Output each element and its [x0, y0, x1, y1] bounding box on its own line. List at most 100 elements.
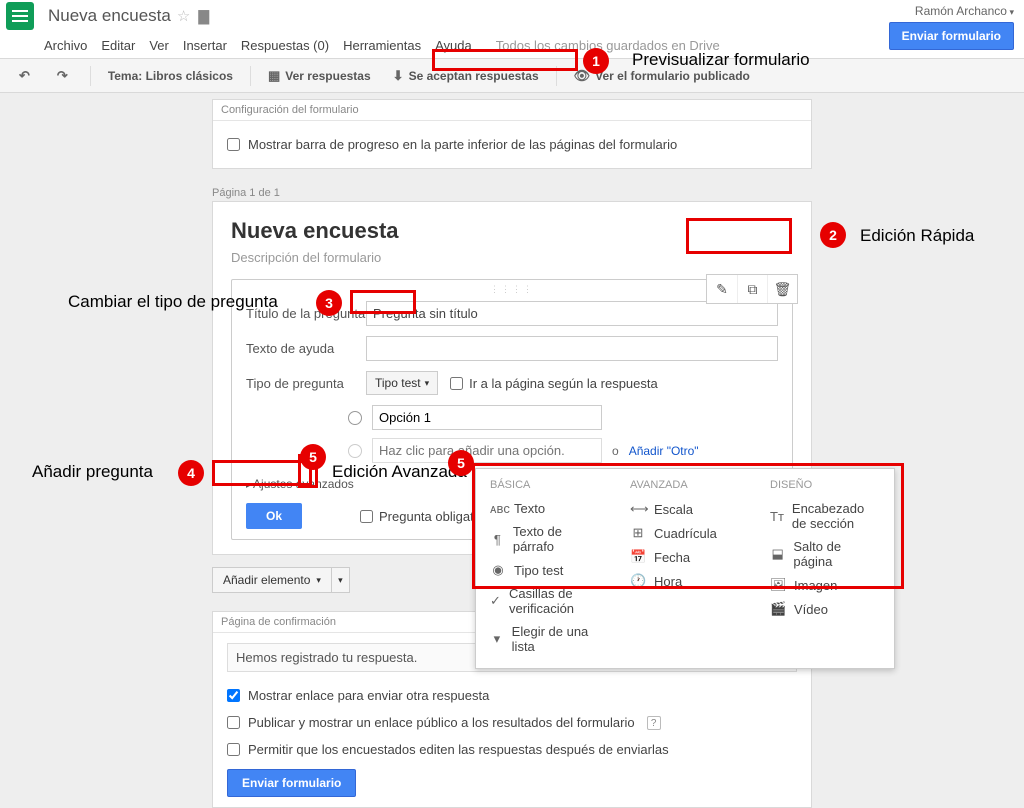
- question-type-label: Tipo de pregunta: [246, 376, 366, 391]
- radio-icon: ◉: [490, 562, 506, 578]
- annotation-badge-4: 4: [178, 460, 204, 486]
- menu-tools[interactable]: Herramientas: [343, 38, 421, 53]
- delete-icon[interactable]: 🗑: [767, 275, 797, 303]
- pagebreak-icon: ⬓: [770, 546, 785, 562]
- add-item-button[interactable]: Añadir elemento: [212, 567, 332, 593]
- allow-edit-checkbox[interactable]: [227, 743, 240, 756]
- send-form-button-top[interactable]: Enviar formulario: [889, 22, 1014, 50]
- undo-button[interactable]: ↶: [10, 63, 44, 89]
- annotation-text-4: Añadir pregunta: [32, 462, 153, 482]
- text-icon: ᴀʙᴄ: [490, 501, 506, 516]
- annotation-badge-2: 2: [820, 222, 846, 248]
- menu-edit[interactable]: Editar: [101, 38, 135, 53]
- redo-icon: ↷: [57, 68, 68, 84]
- help-text-label: Texto de ayuda: [246, 341, 366, 356]
- dd-item-list[interactable]: ▾Elegir de una lista: [490, 620, 600, 658]
- dd-item-text[interactable]: ᴀʙᴄTexto: [490, 497, 600, 520]
- dd-item-section[interactable]: TᴛEncabezado de sección: [770, 497, 880, 535]
- dd-item-multiple[interactable]: ◉Tipo test: [490, 558, 600, 582]
- star-icon[interactable]: ☆: [177, 7, 190, 25]
- page-indicator: Página 1 de 1: [212, 187, 1024, 199]
- option-row-1: [348, 405, 778, 430]
- show-link-option[interactable]: Mostrar enlace para enviar otra respuest…: [227, 682, 797, 709]
- panel-header: Configuración del formulario: [213, 100, 811, 121]
- dd-item-image[interactable]: 🖼Imagen: [770, 573, 880, 597]
- dd-item-scale[interactable]: ⟷Escala: [630, 497, 740, 521]
- menubar: Archivo Editar Ver Insertar Respuestas (…: [0, 32, 1024, 58]
- doc-title[interactable]: Nueva encuesta: [48, 6, 171, 26]
- annotation-badge-3: 3: [316, 290, 342, 316]
- question-title-input[interactable]: [366, 301, 778, 326]
- question-type-select[interactable]: Tipo test: [366, 371, 438, 395]
- menu-responses[interactable]: Respuestas (0): [241, 38, 329, 53]
- dd-section-design: DISEÑO: [770, 479, 880, 491]
- header-icon: Tᴛ: [770, 509, 784, 524]
- calendar-icon: 📅: [630, 549, 646, 565]
- goto-checkbox[interactable]: [450, 377, 463, 390]
- annotation-badge-1: 1: [583, 48, 609, 74]
- progress-bar-option[interactable]: Mostrar barra de progreso en la parte in…: [227, 131, 797, 158]
- accepting-responses-button[interactable]: ⬇Se aceptan respuestas: [384, 63, 548, 89]
- annotation-badge-5a: 5: [300, 444, 326, 470]
- annotation-badge-5b: 5: [448, 450, 474, 476]
- view-responses-button[interactable]: ▦Ver respuestas: [259, 63, 380, 89]
- edit-icon[interactable]: ✎: [707, 275, 737, 303]
- annotation-text-3: Cambiar el tipo de pregunta: [68, 292, 278, 312]
- scale-icon: ⟷: [630, 501, 646, 517]
- folder-icon[interactable]: ▇: [198, 8, 209, 25]
- menu-insert[interactable]: Insertar: [183, 38, 227, 53]
- allow-edit-option[interactable]: Permitir que los encuestados editen las …: [227, 736, 797, 763]
- toolbar: ↶ ↷ Tema: Libros clásicos ▦Ver respuesta…: [0, 59, 1024, 93]
- dd-item-paragraph[interactable]: ¶Texto de párrafo: [490, 520, 600, 558]
- form-title[interactable]: Nueva encuesta: [231, 218, 793, 244]
- forms-logo[interactable]: [6, 2, 34, 30]
- annotation-text-1: Previsualizar formulario: [632, 50, 810, 70]
- goto-page-option[interactable]: Ir a la página según la respuesta: [450, 376, 658, 391]
- add-option-row: o Añadir "Otro": [348, 438, 778, 463]
- form-description[interactable]: Descripción del formulario: [231, 250, 793, 265]
- menu-help[interactable]: Ayuda: [435, 38, 472, 53]
- dd-section-basic: BÁSICA: [490, 479, 600, 491]
- redo-button[interactable]: ↷: [48, 63, 82, 89]
- duplicate-icon[interactable]: ⧉: [737, 275, 767, 303]
- radio-icon: [348, 411, 362, 425]
- image-icon: 🖼: [770, 577, 786, 593]
- publish-results-option[interactable]: Publicar y mostrar un enlace público a l…: [227, 709, 797, 736]
- annotation-text-5: Edición Avanzada: [332, 462, 467, 482]
- dd-item-date[interactable]: 📅Fecha: [630, 545, 740, 569]
- publish-checkbox[interactable]: [227, 716, 240, 729]
- paragraph-icon: ¶: [490, 532, 505, 547]
- option-1-input[interactable]: [372, 405, 602, 430]
- grid-icon: ⊞: [630, 525, 646, 541]
- user-menu[interactable]: Ramón Archanco: [915, 4, 1014, 18]
- theme-button[interactable]: Tema: Libros clásicos: [99, 64, 242, 88]
- add-item-split-button[interactable]: ▾: [332, 567, 350, 593]
- radio-icon: [348, 444, 362, 458]
- help-icon[interactable]: ?: [647, 716, 661, 730]
- check-icon: ✓: [490, 593, 501, 609]
- help-text-input[interactable]: [366, 336, 778, 361]
- clock-icon: 🕐: [630, 573, 646, 589]
- send-form-button-bottom[interactable]: Enviar formulario: [227, 769, 356, 797]
- dd-item-grid[interactable]: ⊞Cuadrícula: [630, 521, 740, 545]
- progress-bar-checkbox[interactable]: [227, 138, 240, 151]
- annotation-text-2: Edición Rápida: [860, 226, 974, 246]
- dd-item-checkboxes[interactable]: ✓Casillas de verificación: [490, 582, 600, 620]
- dropdown-icon: ▾: [490, 631, 504, 647]
- dd-item-pagebreak[interactable]: ⬓Salto de página: [770, 535, 880, 573]
- required-checkbox[interactable]: [360, 510, 373, 523]
- video-icon: 🎬: [770, 601, 786, 617]
- dd-section-advanced: AVANZADA: [630, 479, 740, 491]
- show-link-checkbox[interactable]: [227, 689, 240, 702]
- form-config-panel: Configuración del formulario Mostrar bar…: [212, 99, 812, 169]
- add-item-dropdown: BÁSICA ᴀʙᴄTexto ¶Texto de párrafo ◉Tipo …: [475, 468, 895, 669]
- dd-item-time[interactable]: 🕐Hora: [630, 569, 740, 593]
- menu-file[interactable]: Archivo: [44, 38, 87, 53]
- question-actions: ✎ ⧉ 🗑: [706, 274, 798, 304]
- menu-view[interactable]: Ver: [149, 38, 169, 53]
- ok-button[interactable]: Ok: [246, 503, 302, 529]
- add-option-input[interactable]: [372, 438, 602, 463]
- undo-icon: ↶: [19, 68, 30, 84]
- add-other-link[interactable]: Añadir "Otro": [629, 444, 699, 458]
- dd-item-video[interactable]: 🎬Vídeo: [770, 597, 880, 621]
